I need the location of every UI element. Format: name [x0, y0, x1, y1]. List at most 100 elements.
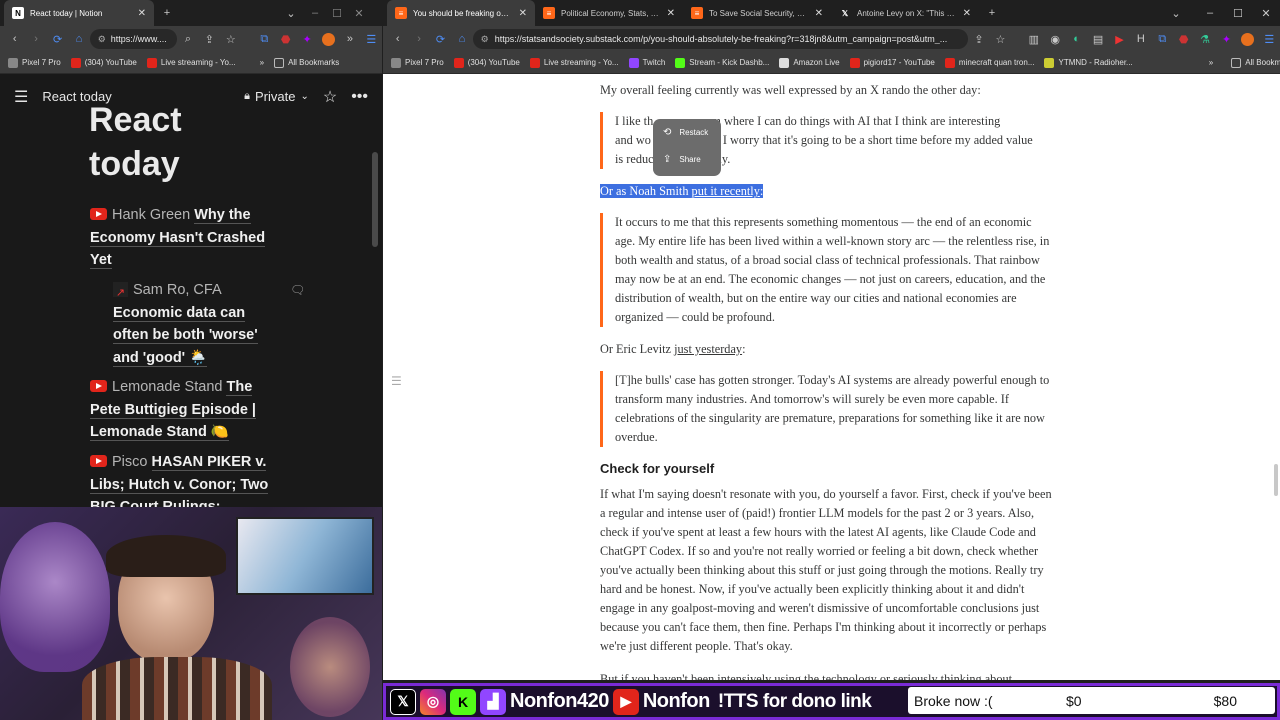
extension-icon-10[interactable]: ✦ — [1218, 30, 1235, 48]
tab-political-economy[interactable]: ≡ Political Economy, Stats, and S ✕ — [535, 0, 683, 26]
bookmark-item[interactable]: Live streaming - Yo... — [529, 57, 619, 68]
blockquote: [T]he bulls' case has gotten stronger. T… — [600, 371, 1050, 447]
extension-icon-3[interactable]: ✦ — [298, 30, 315, 48]
video-link[interactable]: Economic data can often be both 'worse' … — [113, 304, 258, 367]
scrollbar[interactable] — [372, 152, 378, 247]
text-selection[interactable]: Or as Noah Smith put it recently: — [600, 184, 764, 198]
maximize-icon[interactable]: ☐ — [328, 4, 346, 22]
zoom-icon[interactable]: ⌕ — [179, 30, 196, 48]
list-item[interactable]: Lemonade Stand The Pete Buttigieg Episod… — [90, 376, 270, 444]
bookmark-item[interactable]: Twitch — [628, 57, 665, 68]
bookmark-item[interactable]: Stream - Kick Dashb... — [675, 57, 769, 68]
list-item[interactable]: ↗ Sam Ro, CFA Economic data can often be … — [113, 279, 283, 369]
bookmark-star-icon[interactable]: ☆ — [992, 30, 1009, 48]
bookmarks-overflow-icon[interactable]: » — [260, 58, 264, 67]
extension-icon-7[interactable]: ⧉ — [1154, 30, 1171, 48]
list-item[interactable]: Pisco HASAN PIKER v. Libs; Hutch v. Cono… — [90, 451, 270, 507]
minimize-icon[interactable]: – — [1201, 4, 1219, 22]
noah-smith-link[interactable]: put it recently — [692, 184, 760, 198]
back-icon[interactable]: ‹ — [389, 30, 406, 48]
reload-icon[interactable]: ⟳ — [49, 30, 66, 48]
maximize-icon[interactable]: ☐ — [1229, 4, 1247, 22]
twitch-icon: ▟ — [480, 688, 506, 715]
extension-icon[interactable]: ⧉ — [256, 30, 273, 48]
tab-search-icon[interactable]: ⌄ — [282, 4, 300, 22]
scrollbar[interactable] — [1274, 464, 1278, 496]
extension-icon-2[interactable]: ⬣ — [277, 30, 294, 48]
extension-icon[interactable]: ▥ — [1025, 30, 1042, 48]
bookmark-item[interactable]: pigiord17 - YouTube — [849, 57, 935, 68]
forward-icon[interactable]: › — [27, 30, 44, 48]
home-icon[interactable]: ⌂ — [453, 30, 470, 48]
all-bookmarks[interactable]: All Bookmarks — [274, 57, 339, 68]
forward-icon[interactable]: › — [410, 30, 427, 48]
paragraph: My overall feeling currently was well ex… — [600, 83, 981, 97]
bookmark-item[interactable]: (304) YouTube — [70, 57, 137, 68]
share-icon: ⇪ — [663, 154, 672, 165]
bookmarks-overflow-icon[interactable]: » — [1209, 58, 1213, 67]
sidebar-menu-icon[interactable]: ☰ — [14, 87, 28, 107]
address-bar[interactable]: ⚙ https://www.... — [89, 29, 178, 49]
bookmark-item[interactable]: Pixel 7 Pro — [391, 57, 444, 68]
section-heading: Check for yourself — [600, 461, 715, 476]
tab-social-security[interactable]: ≡ To Save Social Security, Stop S ✕ — [683, 0, 831, 26]
extension-icon-8[interactable]: ⬣ — [1175, 30, 1192, 48]
all-bookmarks[interactable]: All Bookmarks — [1231, 57, 1280, 68]
close-icon[interactable]: ✕ — [519, 8, 527, 19]
share-button[interactable]: ⇪ Share — [653, 146, 721, 173]
privacy-selector[interactable]: 🔒︎ Private ⌄ — [244, 89, 309, 104]
new-tab-icon[interactable]: + — [983, 4, 1001, 22]
close-icon[interactable]: ✕ — [667, 8, 675, 19]
close-icon[interactable]: ✕ — [138, 8, 146, 19]
address-bar[interactable]: ⚙ https://statsandsociety.substack.com/p… — [472, 29, 969, 49]
more-extensions-icon[interactable]: » — [341, 30, 358, 48]
eric-levitz-link[interactable]: just yesterday — [674, 342, 742, 356]
poster-image — [236, 517, 374, 595]
extension-icon-5[interactable]: ▶ — [1111, 30, 1128, 48]
tab-search-icon[interactable]: ⌄ — [1167, 4, 1185, 22]
new-tab-icon[interactable]: + — [158, 4, 176, 22]
site-info-icon[interactable]: ⚙ — [98, 34, 106, 45]
bookmark-item[interactable]: (304) YouTube — [453, 57, 520, 68]
profile-avatar-icon[interactable] — [1239, 30, 1256, 48]
extension-icon-2[interactable]: ◉ — [1047, 30, 1064, 48]
tab-freaking-out[interactable]: ≡ You should be freaking out ab ✕ — [387, 0, 535, 26]
bookmark-item[interactable]: minecraft quan tron... — [944, 57, 1034, 68]
youtube-icon — [146, 57, 157, 68]
bookmark-item[interactable]: YTMND - Radioher... — [1044, 57, 1133, 68]
bookmark-item[interactable]: Live streaming - Yo... — [146, 57, 236, 68]
share-page-icon[interactable]: ⇪ — [970, 30, 987, 48]
drag-handle-icon[interactable]: ☰ — [391, 374, 402, 388]
site-info-icon[interactable]: ⚙ — [481, 34, 489, 45]
youtube-icon — [944, 57, 955, 68]
minimize-icon[interactable]: – — [306, 4, 324, 22]
bookmark-item[interactable]: Amazon Live — [779, 57, 840, 68]
list-item[interactable]: Hank Green Why the Economy Hasn't Crashe… — [90, 204, 270, 272]
comment-icon[interactable]: 🗨︎ — [290, 283, 305, 297]
tab-react-today[interactable]: N React today | Notion ✕ — [4, 0, 154, 26]
back-icon[interactable]: ‹ — [6, 30, 23, 48]
profile-avatar-icon[interactable] — [320, 30, 337, 48]
window-close-icon[interactable]: ✕ — [350, 4, 368, 22]
close-icon[interactable]: ✕ — [815, 8, 823, 19]
tab-antoine-levy[interactable]: 𝕏 Antoine Levy on X: "This graph ✕ — [831, 0, 979, 26]
substack-icon: ≡ — [395, 7, 407, 19]
url-text: https://www.... — [110, 34, 167, 44]
extension-icon-6[interactable]: H — [1132, 30, 1149, 48]
bookmark-item[interactable]: Pixel 7 Pro — [8, 57, 61, 68]
extension-icon-9[interactable]: ⚗ — [1196, 30, 1213, 48]
extension-icon-3[interactable]: ◐ — [1068, 30, 1085, 48]
youtube-icon — [90, 208, 107, 220]
favorite-star-icon[interactable]: ☆ — [323, 87, 337, 107]
share-page-icon[interactable]: ⇪ — [201, 30, 218, 48]
restack-button[interactable]: ⟲ Restack — [653, 119, 721, 146]
home-icon[interactable]: ⌂ — [70, 30, 87, 48]
close-icon[interactable]: ✕ — [963, 8, 971, 19]
more-options-icon[interactable]: ••• — [351, 88, 368, 106]
window-close-icon[interactable]: ✕ — [1257, 4, 1275, 22]
bookmark-star-icon[interactable]: ☆ — [222, 30, 239, 48]
menu-icon[interactable]: ☰ — [363, 30, 380, 48]
reload-icon[interactable]: ⟳ — [432, 30, 449, 48]
menu-icon[interactable]: ☰ — [1261, 30, 1278, 48]
extension-icon-4[interactable]: ▤ — [1089, 30, 1106, 48]
